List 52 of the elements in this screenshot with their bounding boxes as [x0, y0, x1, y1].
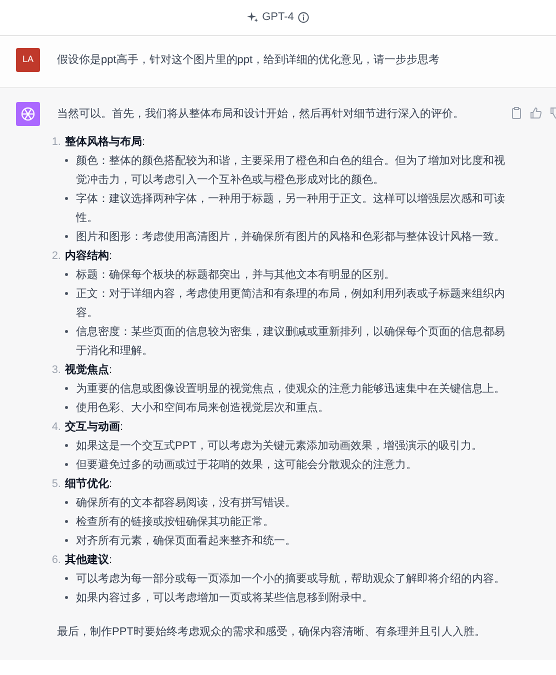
section-heading: 细节优化:: [65, 476, 112, 492]
list-number: 6.: [50, 553, 61, 568]
bullet-icon: [65, 577, 68, 580]
bullet-icon: [65, 596, 68, 599]
bullet-text: 可以考虑为每一部分或每一页添加一个小的摘要或导航，帮助观众了解即将介绍的内容。: [76, 572, 506, 587]
bullet-icon: [65, 330, 68, 333]
list-number: 3.: [50, 363, 61, 378]
bullet-text: 正文：对于详细内容，考虑使用更简洁和有条理的布局，例如利用列表或子标题来组织内容。: [76, 286, 506, 321]
model-title: GPT-4: [262, 10, 294, 26]
bullet-icon: [65, 406, 68, 409]
list-number: 1.: [50, 135, 61, 150]
user-avatar: LA: [16, 48, 40, 72]
user-message: 假设你是ppt高手，针对这个图片里的ppt，给到详细的优化意见，请一步步思考: [57, 52, 440, 68]
bullet-icon: [65, 501, 68, 504]
list-number: 5.: [50, 477, 61, 492]
bullet-text: 字体：建议选择两种字体，一种用于标题，另一种用于正文。这样可以增强层次感和可读性。: [76, 192, 506, 226]
copy-icon[interactable]: [511, 107, 522, 119]
section-heading: 视觉焦点:: [65, 362, 112, 378]
bullet-text: 如果内容过多，可以考虑增加一页或将某些信息移到附录中。: [76, 590, 374, 606]
assistant-logo-icon: [16, 102, 40, 126]
bullet-text: 标题：确保每个板块的标题都突出，并与其他文本有明显的区别。: [76, 268, 396, 283]
conclusion-paragraph: 最后，制作PPT时要始终考虑观众的需求和感受，确保内容清晰、有条理并且引人入胜。: [57, 624, 486, 640]
section-heading: 交互与动画:: [65, 420, 124, 435]
bullet-text: 如果这是一个交互式PPT，可以考虑为关键元素添加动画效果，增强演示的吸引力。: [76, 438, 484, 454]
bullet-text: 信息密度：某些页面的信息较为密集，建议删减或重新排列，以确保每个页面的信息都易于消化和理解。: [76, 324, 506, 359]
sparkle-icon: [247, 12, 258, 23]
thumbs-up-icon[interactable]: [530, 107, 542, 119]
bullet-text: 颜色：整体的颜色搭配较为和谐，主要采用了橙色和白色的组合。但为了增加对比度和视觉冲击力，可以考虑引入一个互补色或与橙色形成对比的颜色。: [76, 154, 506, 188]
section-heading: 内容结构:: [65, 248, 112, 264]
section-heading: 整体风格与布局:: [65, 134, 146, 150]
list-number: 4.: [50, 420, 61, 435]
bullet-text: 检查所有的链接或按钮确保其功能正常。: [76, 514, 275, 530]
intro-paragraph: 当然可以。首先，我们将从整体布局和设计开始，然后再针对细节进行深入的评价。: [57, 107, 465, 122]
bullet-icon: [65, 159, 68, 162]
bullet-icon: [65, 539, 68, 542]
bullet-icon: [65, 235, 68, 238]
bullet-text: 使用色彩、大小和空间布局来创造视觉层次和重点。: [76, 400, 330, 416]
bullet-icon: [65, 197, 68, 200]
bullet-icon: [65, 292, 68, 295]
bullet-icon: [65, 463, 68, 466]
list-number: 2.: [50, 249, 61, 264]
bullet-text: 图片和图形：考虑使用高清图片，并确保所有图片的风格和色彩都与整体设计风格一致。: [76, 230, 506, 245]
bullet-text: 对齐所有元素，确保页面看起来整齐和统一。: [76, 534, 297, 549]
bullet-icon: [65, 520, 68, 523]
bullet-text: 但要避免过多的动画或过于花哨的效果，这可能会分散观众的注意力。: [76, 458, 418, 473]
bullet-icon: [65, 444, 68, 447]
info-icon[interactable]: [298, 12, 309, 23]
bullet-icon: [65, 387, 68, 390]
bullet-text: 为重要的信息或图像设置明显的视觉焦点，使观众的注意力能够迅速集中在关键信息上。: [76, 382, 506, 397]
bullet-text: 确保所有的文本都容易阅读，没有拼写错误。: [76, 496, 297, 511]
bullet-icon: [65, 273, 68, 276]
section-heading: 其他建议:: [65, 552, 112, 568]
